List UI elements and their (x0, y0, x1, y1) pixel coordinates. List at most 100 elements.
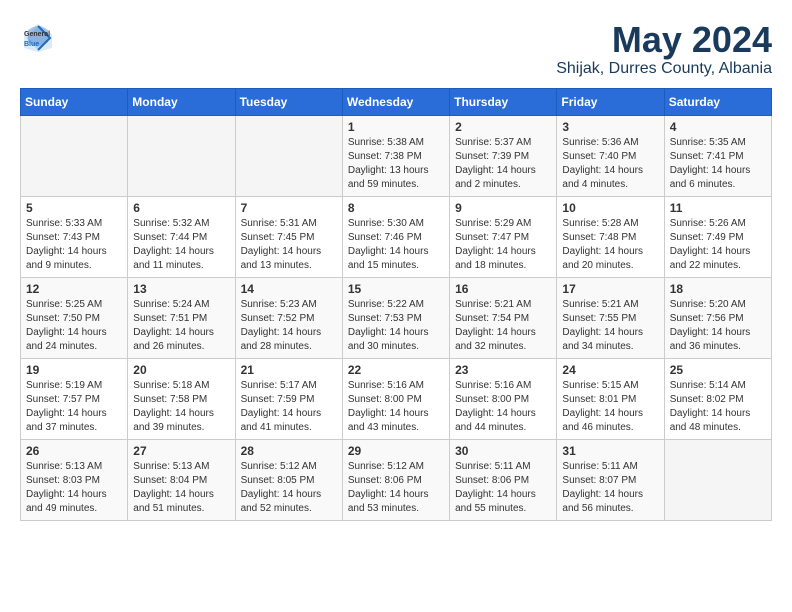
day-number: 18 (670, 282, 766, 296)
day-info: Sunrise: 5:15 AMSunset: 8:01 PMDaylight:… (562, 379, 658, 435)
calendar-day-cell: 2Sunrise: 5:37 AMSunset: 7:39 PMDaylight… (450, 115, 557, 196)
day-number: 31 (562, 444, 658, 458)
calendar-header-row: SundayMondayTuesdayWednesdayThursdayFrid… (21, 88, 772, 115)
day-info: Sunrise: 5:29 AMSunset: 7:47 PMDaylight:… (455, 217, 551, 273)
day-info: Sunrise: 5:31 AMSunset: 7:45 PMDaylight:… (241, 217, 337, 273)
day-number: 4 (670, 120, 766, 134)
calendar-week-row: 26 Sunrise: 5:13 AMSunset: 8:03 PMDayligh… (21, 439, 772, 520)
day-number: 13 (133, 282, 229, 296)
calendar-day-cell: 22 Sunrise: 5:16 AMSunset: 8:00 PMDayligh… (342, 358, 449, 439)
calendar-day-cell: 15 Sunrise: 5:22 AMSunset: 7:53 PMDayligh… (342, 277, 449, 358)
day-number: 1 (348, 120, 444, 134)
calendar-day-cell: 14 Sunrise: 5:23 AMSunset: 7:52 PMDayligh… (235, 277, 342, 358)
day-number: 6 (133, 201, 229, 215)
day-info: Sunrise: 5:18 AMSunset: 7:58 PMDaylight:… (133, 379, 229, 435)
day-number: 10 (562, 201, 658, 215)
day-of-week-header: Tuesday (235, 88, 342, 115)
day-number: 9 (455, 201, 551, 215)
calendar-day-cell: 28 Sunrise: 5:12 AMSunset: 8:05 PMDayligh… (235, 439, 342, 520)
calendar-day-cell: 10 Sunrise: 5:28 AMSunset: 7:48 PMDayligh… (557, 196, 664, 277)
day-number: 22 (348, 363, 444, 377)
calendar-day-cell: 9 Sunrise: 5:29 AMSunset: 7:47 PMDaylight… (450, 196, 557, 277)
day-info: Sunrise: 5:21 AMSunset: 7:55 PMDaylight:… (562, 298, 658, 354)
day-number: 30 (455, 444, 551, 458)
day-info: Sunrise: 5:21 AMSunset: 7:54 PMDaylight:… (455, 298, 551, 354)
day-number: 26 (26, 444, 122, 458)
calendar-day-cell: 31Sunrise: 5:11 AMSunset: 8:07 PMDayligh… (557, 439, 664, 520)
calendar-day-cell: 20Sunrise: 5:18 AMSunset: 7:58 PMDayligh… (128, 358, 235, 439)
day-of-week-header: Thursday (450, 88, 557, 115)
day-info: Sunrise: 5:30 AMSunset: 7:46 PMDaylight:… (348, 217, 444, 273)
day-info: Sunrise: 5:17 AMSunset: 7:59 PMDaylight:… (241, 379, 337, 435)
calendar-day-cell: 24 Sunrise: 5:15 AMSunset: 8:01 PMDayligh… (557, 358, 664, 439)
calendar-day-cell: 21 Sunrise: 5:17 AMSunset: 7:59 PMDayligh… (235, 358, 342, 439)
day-number: 3 (562, 120, 658, 134)
calendar-day-cell: 11Sunrise: 5:26 AMSunset: 7:49 PMDayligh… (664, 196, 771, 277)
day-info: Sunrise: 5:37 AMSunset: 7:39 PMDaylight:… (455, 136, 551, 192)
calendar-day-cell: 27 Sunrise: 5:13 AMSunset: 8:04 PMDayligh… (128, 439, 235, 520)
calendar-day-cell: 13Sunrise: 5:24 AMSunset: 7:51 PMDayligh… (128, 277, 235, 358)
day-info: Sunrise: 5:11 AMSunset: 8:06 PMDaylight:… (455, 460, 551, 516)
day-info: Sunrise: 5:12 AMSunset: 8:05 PMDaylight:… (241, 460, 337, 516)
day-number: 28 (241, 444, 337, 458)
calendar-day-cell: 16 Sunrise: 5:21 AMSunset: 7:54 PMDayligh… (450, 277, 557, 358)
day-number: 29 (348, 444, 444, 458)
day-info: Sunrise: 5:36 AMSunset: 7:40 PMDaylight:… (562, 136, 658, 192)
page-header: General Blue May 2024 Shijak, Durres Cou… (20, 20, 772, 78)
day-number: 19 (26, 363, 122, 377)
day-info: Sunrise: 5:20 AMSunset: 7:56 PMDaylight:… (670, 298, 766, 354)
calendar-day-cell: 5 Sunrise: 5:33 AMSunset: 7:43 PMDaylight… (21, 196, 128, 277)
day-of-week-header: Wednesday (342, 88, 449, 115)
day-number: 11 (670, 201, 766, 215)
day-number: 12 (26, 282, 122, 296)
day-info: Sunrise: 5:22 AMSunset: 7:53 PMDaylight:… (348, 298, 444, 354)
day-number: 27 (133, 444, 229, 458)
day-of-week-header: Saturday (664, 88, 771, 115)
calendar-day-cell (21, 115, 128, 196)
day-info: Sunrise: 5:35 AMSunset: 7:41 PMDaylight:… (670, 136, 766, 192)
month-title: May 2024 (556, 20, 772, 60)
day-info: Sunrise: 5:25 AMSunset: 7:50 PMDaylight:… (26, 298, 122, 354)
day-info: Sunrise: 5:23 AMSunset: 7:52 PMDaylight:… (241, 298, 337, 354)
calendar-day-cell: 17 Sunrise: 5:21 AMSunset: 7:55 PMDayligh… (557, 277, 664, 358)
day-info: Sunrise: 5:13 AMSunset: 8:04 PMDaylight:… (133, 460, 229, 516)
calendar-day-cell: 12 Sunrise: 5:25 AMSunset: 7:50 PMDayligh… (21, 277, 128, 358)
calendar-day-cell: 30 Sunrise: 5:11 AMSunset: 8:06 PMDayligh… (450, 439, 557, 520)
day-number: 21 (241, 363, 337, 377)
day-info: Sunrise: 5:19 AMSunset: 7:57 PMDaylight:… (26, 379, 122, 435)
calendar-day-cell: 23 Sunrise: 5:16 AMSunset: 8:00 PMDayligh… (450, 358, 557, 439)
day-number: 17 (562, 282, 658, 296)
day-number: 23 (455, 363, 551, 377)
calendar-day-cell: 1Sunrise: 5:38 AMSunset: 7:38 PMDaylight… (342, 115, 449, 196)
calendar-day-cell (128, 115, 235, 196)
day-info: Sunrise: 5:12 AMSunset: 8:06 PMDaylight:… (348, 460, 444, 516)
day-number: 14 (241, 282, 337, 296)
calendar-week-row: 1Sunrise: 5:38 AMSunset: 7:38 PMDaylight… (21, 115, 772, 196)
calendar-day-cell: 6Sunrise: 5:32 AMSunset: 7:44 PMDaylight… (128, 196, 235, 277)
day-number: 16 (455, 282, 551, 296)
calendar-week-row: 5 Sunrise: 5:33 AMSunset: 7:43 PMDaylight… (21, 196, 772, 277)
calendar-week-row: 12 Sunrise: 5:25 AMSunset: 7:50 PMDayligh… (21, 277, 772, 358)
day-number: 5 (26, 201, 122, 215)
calendar-day-cell: 26 Sunrise: 5:13 AMSunset: 8:03 PMDayligh… (21, 439, 128, 520)
calendar-day-cell (664, 439, 771, 520)
title-area: May 2024 Shijak, Durres County, Albania (556, 20, 772, 78)
calendar-week-row: 19 Sunrise: 5:19 AMSunset: 7:57 PMDayligh… (21, 358, 772, 439)
calendar-day-cell: 18 Sunrise: 5:20 AMSunset: 7:56 PMDayligh… (664, 277, 771, 358)
day-number: 15 (348, 282, 444, 296)
day-number: 8 (348, 201, 444, 215)
calendar-day-cell: 4 Sunrise: 5:35 AMSunset: 7:41 PMDaylight… (664, 115, 771, 196)
day-info: Sunrise: 5:13 AMSunset: 8:03 PMDaylight:… (26, 460, 122, 516)
day-info: Sunrise: 5:16 AMSunset: 8:00 PMDaylight:… (348, 379, 444, 435)
day-info: Sunrise: 5:14 AMSunset: 8:02 PMDaylight:… (670, 379, 766, 435)
day-info: Sunrise: 5:16 AMSunset: 8:00 PMDaylight:… (455, 379, 551, 435)
location-title: Shijak, Durres County, Albania (556, 60, 772, 78)
calendar-day-cell: 19 Sunrise: 5:19 AMSunset: 7:57 PMDayligh… (21, 358, 128, 439)
day-of-week-header: Sunday (21, 88, 128, 115)
day-number: 24 (562, 363, 658, 377)
day-info: Sunrise: 5:28 AMSunset: 7:48 PMDaylight:… (562, 217, 658, 273)
calendar-day-cell: 29 Sunrise: 5:12 AMSunset: 8:06 PMDayligh… (342, 439, 449, 520)
day-info: Sunrise: 5:33 AMSunset: 7:43 PMDaylight:… (26, 217, 122, 273)
calendar-day-cell: 8 Sunrise: 5:30 AMSunset: 7:46 PMDaylight… (342, 196, 449, 277)
svg-text:Blue: Blue (24, 41, 39, 48)
